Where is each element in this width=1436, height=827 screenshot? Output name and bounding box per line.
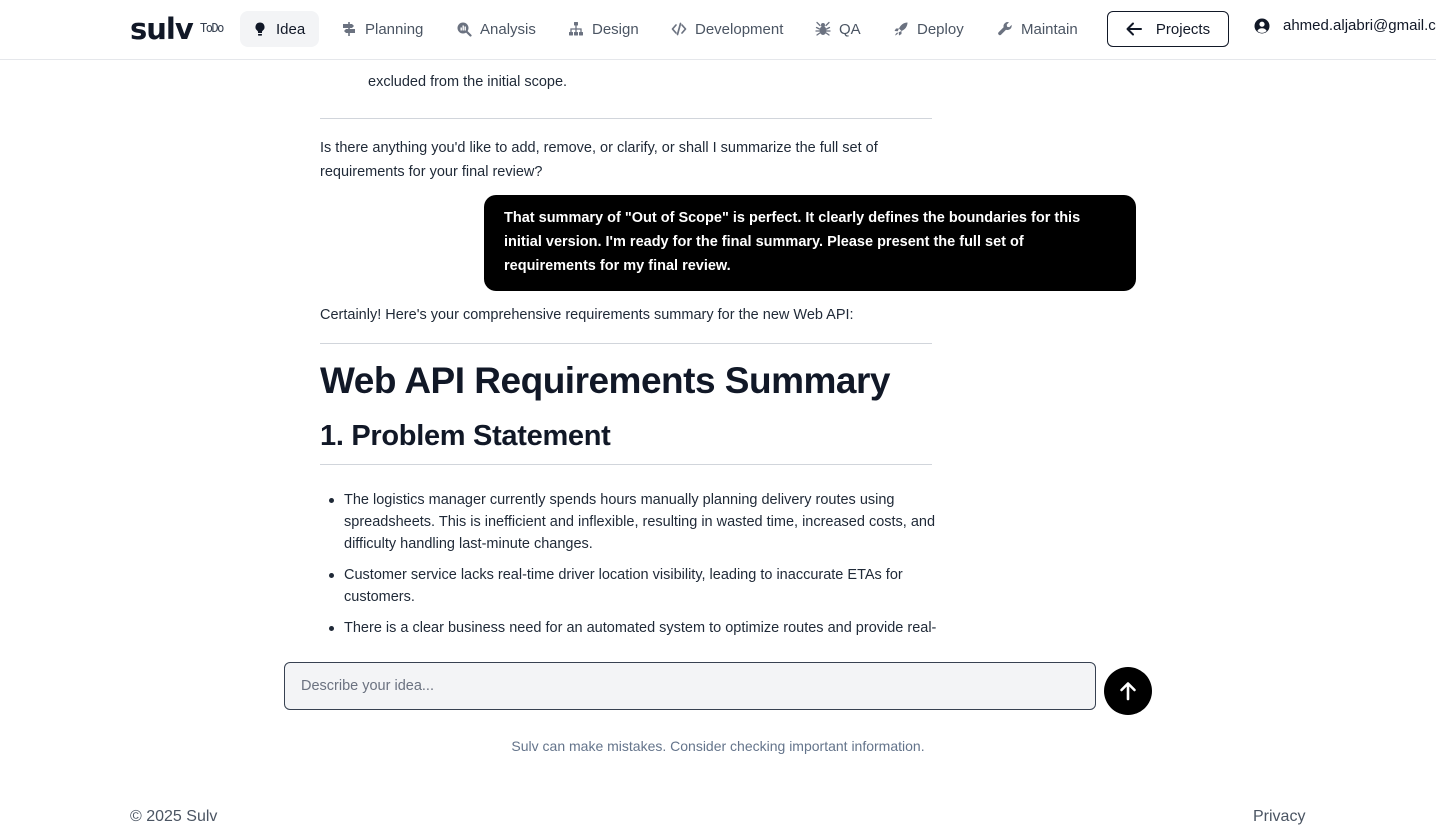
nav-tab-qa[interactable]: QA [803, 11, 873, 47]
nav-tab-label: Development [695, 20, 784, 38]
nav-tab-label: Maintain [1021, 20, 1078, 38]
app-logo[interactable]: sulv [130, 12, 194, 46]
copyright-text: © 2025 Sulv [130, 808, 218, 825]
projects-button-label: Projects [1155, 20, 1211, 38]
list-item: The logistics manager currently spends h… [320, 489, 940, 555]
nav-tab-label: Analysis [480, 20, 536, 38]
nav-tab-development[interactable]: Development [659, 11, 795, 47]
nav-tab-maintain[interactable]: Maintain [985, 11, 1090, 47]
divider [320, 343, 932, 344]
list-item: Customer service lacks real-time driver … [320, 564, 940, 608]
nav-tab-label: Idea [276, 20, 306, 38]
lightbulb-icon [255, 22, 265, 36]
top-navigation-bar: sulv ToDo Idea Planning Analysis Design … [0, 0, 1436, 60]
idea-input-container [284, 662, 1096, 710]
arrow-left-icon [1126, 22, 1142, 36]
disclaimer-text: Sulv can make mistakes. Consider checkin… [0, 738, 1436, 754]
projects-button[interactable]: Projects [1107, 11, 1229, 47]
divider [320, 118, 932, 119]
assistant-message-fragment: excluded from the initial scope. [368, 74, 568, 90]
nav-tab-label: Design [592, 20, 639, 38]
nav-tab-design[interactable]: Design [556, 11, 651, 47]
signpost-icon [343, 22, 355, 36]
disclaimer-label: Sulv can make mistakes. Consider checkin… [511, 738, 925, 754]
wrench-icon [998, 22, 1012, 36]
assistant-message: Is there anything you'd like to add, rem… [320, 140, 878, 180]
code-icon [671, 22, 687, 36]
nav-tab-deploy[interactable]: Deploy [881, 11, 976, 47]
nav-tab-label: Deploy [917, 20, 964, 38]
user-message-bubble: That summary of "Out of Scope" is perfec… [484, 195, 1136, 291]
nav-tab-label: Planning [365, 20, 424, 38]
todo-link[interactable]: ToDo [200, 21, 224, 35]
user-menu[interactable]: ahmed.aljabri@gmail.com [1254, 17, 1436, 34]
idea-input[interactable] [285, 663, 1095, 709]
user-email: ahmed.aljabri@gmail.com [1283, 17, 1436, 34]
document-title: Web API Requirements Summary [320, 360, 890, 401]
nav-tab-planning[interactable]: Planning [329, 11, 435, 47]
problem-statement-list: The logistics manager currently spends h… [320, 489, 940, 640]
nav-tab-idea[interactable]: Idea [240, 11, 319, 47]
assistant-message: Certainly! Here's your comprehensive req… [320, 307, 854, 323]
section-heading: 1. Problem Statement [320, 420, 611, 452]
chat-thread[interactable]: excluded from the initial scope. Is ther… [0, 60, 1436, 640]
send-button[interactable] [1104, 667, 1152, 715]
magnifier-chart-icon [457, 22, 472, 37]
user-circle-icon [1254, 18, 1270, 33]
rocket-icon [894, 22, 908, 36]
arrow-up-icon [1120, 682, 1136, 701]
privacy-link[interactable]: Privacy [1253, 808, 1305, 826]
sitemap-icon [569, 22, 583, 36]
list-item: There is a clear business need for an au… [320, 617, 940, 640]
nav-tab-label: QA [839, 20, 861, 38]
nav-tab-analysis[interactable]: Analysis [444, 11, 548, 47]
bug-icon [815, 21, 831, 36]
divider [320, 464, 932, 465]
